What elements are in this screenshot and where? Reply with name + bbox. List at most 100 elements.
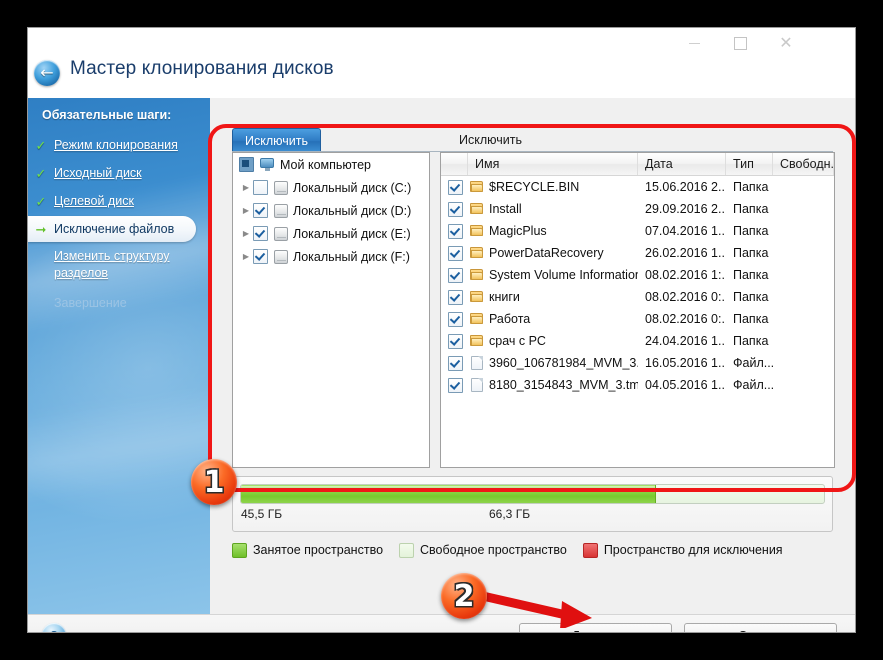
table-row[interactable]: 3960_106781984_MVM_3.tmp 16.05.2016 1...…: [441, 352, 834, 374]
chevron-right-icon[interactable]: ▶: [239, 252, 253, 261]
file-date: 29.09.2016 2...: [645, 202, 726, 216]
table-row[interactable]: System Volume Information 08.02.2016 1:.…: [441, 264, 834, 286]
chevron-right-icon[interactable]: ▶: [239, 206, 253, 215]
tree-row-disk-c[interactable]: ▶ Локальный диск (C:): [233, 176, 429, 199]
tree-row-disk-f[interactable]: ▶ Локальный диск (F:): [233, 245, 429, 268]
disk-tree-panel[interactable]: Мой компьютер ▶ Локальный диск (C:) ▶ Ло…: [232, 152, 430, 468]
table-row[interactable]: срач с PC 24.04.2016 1... Папка: [441, 330, 834, 352]
checkbox-unchecked[interactable]: [253, 180, 268, 195]
file-name: PowerDataRecovery: [489, 246, 604, 260]
checkbox-checked[interactable]: [448, 355, 463, 371]
file-date: 08.02.2016 0:...: [645, 290, 726, 304]
column-header-date[interactable]: Дата: [638, 153, 726, 175]
sidebar-item-label: Режим клонирования: [54, 138, 178, 152]
tree-row-my-computer[interactable]: Мой компьютер: [233, 153, 429, 176]
checkbox-checked[interactable]: [448, 245, 463, 261]
file-type: Файл...: [733, 378, 773, 392]
checkbox-checked[interactable]: [448, 289, 463, 305]
table-row[interactable]: $RECYCLE.BIN 15.06.2016 2... Папка: [441, 176, 834, 198]
folder-icon: [470, 225, 484, 237]
sidebar-item-change-partitions[interactable]: Изменить структуру разделов: [28, 246, 210, 288]
sidebar-item-label: Исходный диск: [54, 166, 142, 180]
hdd-icon: [274, 226, 288, 241]
legend-item-excluded: Пространство для исключения: [582, 542, 783, 558]
chevron-right-icon[interactable]: ▶: [239, 229, 253, 238]
tree-row-disk-d[interactable]: ▶ Локальный диск (D:): [233, 199, 429, 222]
legend-label: Пространство для исключения: [603, 543, 783, 557]
used-space-label: 45,5 ГБ: [241, 507, 283, 521]
table-row[interactable]: книги 08.02.2016 0:... Папка: [441, 286, 834, 308]
check-icon: ✓: [35, 165, 47, 181]
sidebar-item-file-exclusion[interactable]: ➞ Исключение файлов: [28, 216, 196, 242]
sidebar-item-target-disk[interactable]: ✓ Целевой диск: [28, 188, 210, 214]
file-name: System Volume Information: [489, 268, 638, 282]
file-list-panel[interactable]: Имя Дата Тип Свободн... $RECYCLE.BIN 15.…: [440, 152, 835, 468]
checkbox-checked[interactable]: [253, 203, 268, 218]
file-type: Папка: [733, 334, 769, 348]
column-header-type[interactable]: Тип: [726, 153, 773, 175]
table-row[interactable]: PowerDataRecovery 26.02.2016 1... Папка: [441, 242, 834, 264]
back-button[interactable]: ←: [34, 60, 60, 86]
panel-splitter[interactable]: [430, 152, 440, 466]
checkbox-checked[interactable]: [448, 377, 463, 393]
file-name: MagicPlus: [489, 224, 547, 238]
hdd-icon: [274, 249, 288, 264]
file-name: срач с PC: [489, 334, 546, 348]
tree-item-label: Локальный диск (E:): [293, 226, 411, 241]
hdd-icon: [274, 180, 288, 195]
file-name: Install: [489, 202, 522, 216]
file-list-header: Имя Дата Тип Свободн...: [441, 153, 834, 176]
legend-swatch-used-icon: [232, 542, 247, 558]
file-date: 26.02.2016 1...: [645, 246, 726, 260]
file-name: 3960_106781984_MVM_3.tmp: [489, 356, 638, 370]
checkbox-checked[interactable]: [253, 249, 268, 264]
help-button[interactable]: ?: [42, 623, 66, 632]
tab-exclude-by-masks[interactable]: Исключить по маскам: [447, 128, 534, 171]
table-row[interactable]: 8180_3154843_MVM_3.tmp 04.05.2016 1... Ф…: [441, 374, 834, 396]
table-row[interactable]: Install 29.09.2016 2... Папка: [441, 198, 834, 220]
checkbox-partial[interactable]: [239, 157, 254, 172]
sidebar-item-label: Исключение файлов: [54, 222, 175, 236]
folder-icon: [470, 247, 484, 259]
tree-item-label: Локальный диск (F:): [293, 249, 410, 264]
file-type: Файл...: [733, 356, 773, 370]
file-icon: [471, 378, 483, 392]
sidebar-item-clone-mode[interactable]: ✓ Режим клонирования: [28, 132, 210, 158]
tree-item-label: Мой компьютер: [280, 157, 371, 172]
total-space-label: 66,3 ГБ: [489, 507, 531, 521]
next-button-mnemonic: Д: [572, 629, 580, 633]
column-header-check[interactable]: [441, 153, 468, 175]
sidebar-item-source-disk[interactable]: ✓ Исходный диск: [28, 160, 210, 186]
checkbox-checked[interactable]: [448, 179, 463, 195]
checkbox-checked[interactable]: [448, 267, 463, 283]
exclusion-panels: Мой компьютер ▶ Локальный диск (C:) ▶ Ло…: [232, 152, 835, 468]
footer-strip: ? Далее > Отмена: [28, 614, 855, 632]
checkbox-checked[interactable]: [448, 311, 463, 327]
folder-icon: [470, 335, 484, 347]
file-date: 08.02.2016 1:...: [645, 268, 726, 282]
legend-swatch-free-icon: [399, 542, 415, 558]
table-row[interactable]: MagicPlus 07.04.2016 1... Папка: [441, 220, 834, 242]
column-header-free[interactable]: Свободн...: [773, 153, 834, 175]
table-row[interactable]: Работа 08.02.2016 0:... Папка: [441, 308, 834, 330]
checkbox-checked[interactable]: [448, 333, 463, 349]
hdd-icon: [274, 203, 288, 218]
checkbox-checked[interactable]: [253, 226, 268, 241]
file-type: Папка: [733, 312, 769, 326]
dialog-footer: ? Далее > Отмена: [28, 614, 855, 632]
file-type: Папка: [733, 268, 769, 282]
wizard-sidebar: Обязательные шаги: ✓ Режим клонирования …: [28, 98, 210, 614]
folder-icon: [470, 313, 484, 325]
tree-row-disk-e[interactable]: ▶ Локальный диск (E:): [233, 222, 429, 245]
file-name: книги: [489, 290, 520, 304]
checkbox-checked[interactable]: [448, 201, 463, 217]
chevron-right-icon[interactable]: ▶: [239, 183, 253, 192]
cancel-button[interactable]: Отмена: [684, 623, 837, 632]
tab-exclude-by-files[interactable]: Исключить по файлам и папкам: [232, 128, 321, 220]
annotation-badge-2: 2: [441, 573, 487, 619]
check-icon: ✓: [35, 193, 47, 209]
question-mark-icon: ?: [50, 628, 58, 633]
usage-bar-fill: [241, 485, 656, 503]
checkbox-checked[interactable]: [448, 223, 463, 239]
column-header-name[interactable]: Имя: [468, 153, 638, 175]
